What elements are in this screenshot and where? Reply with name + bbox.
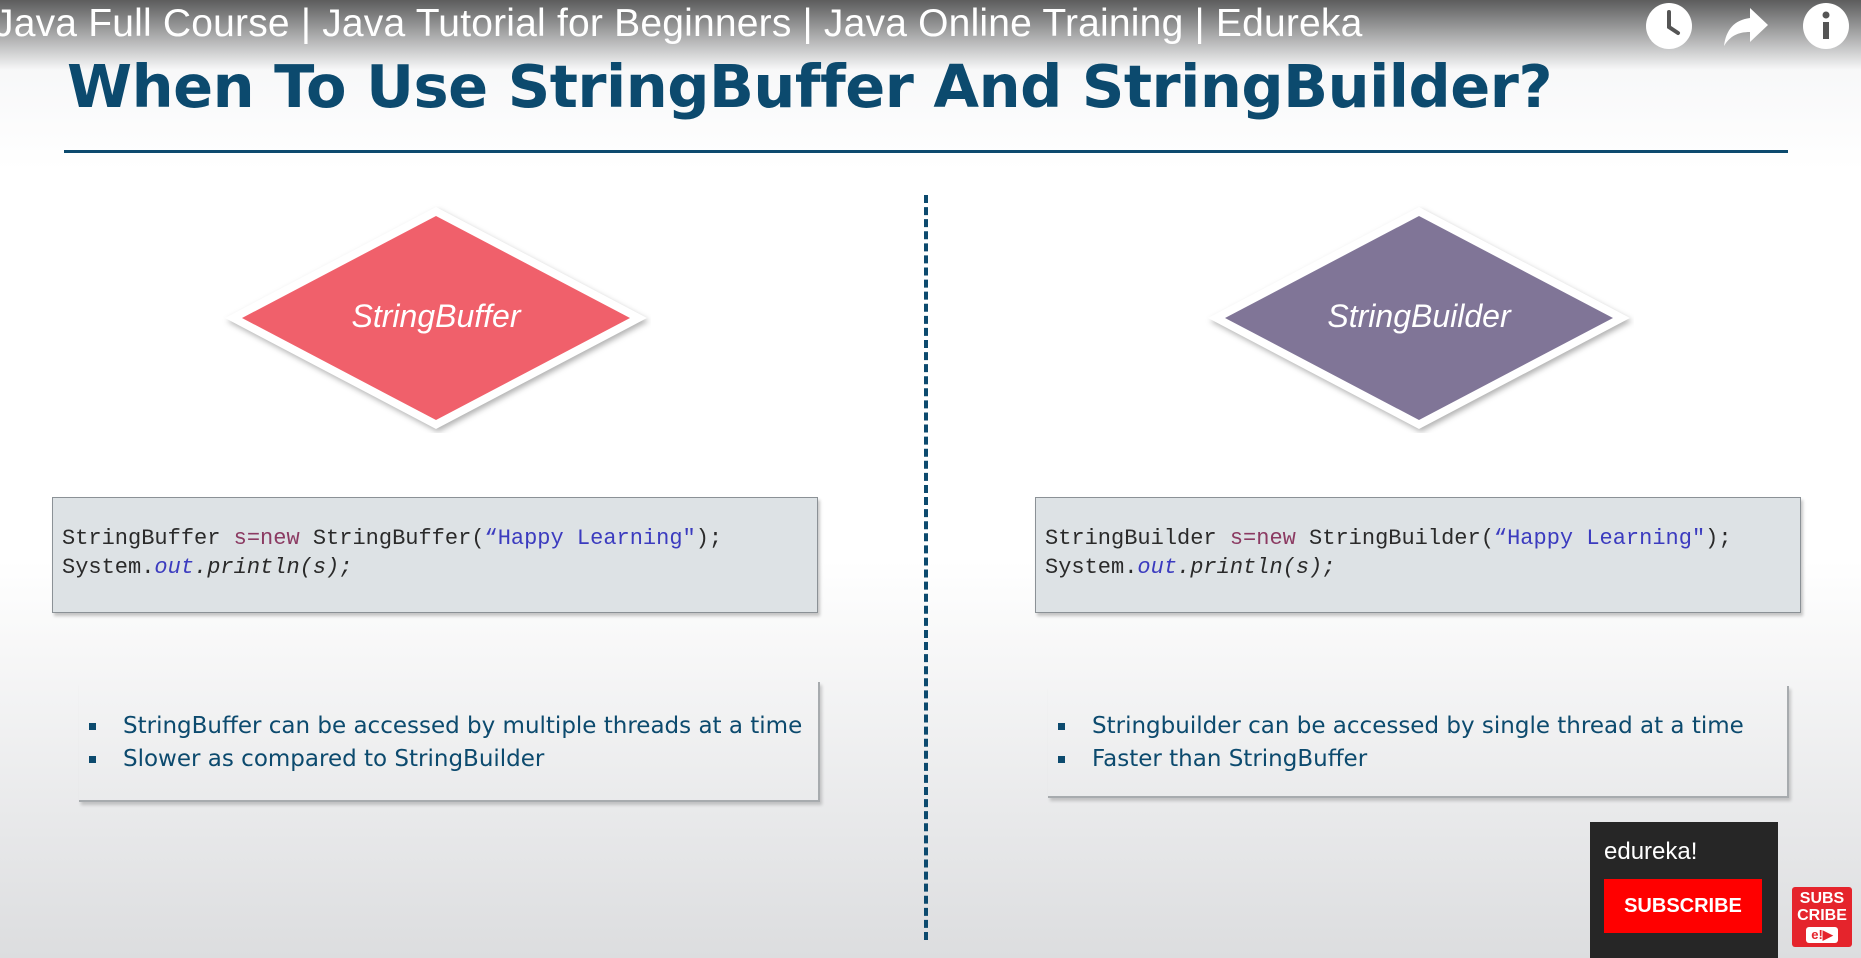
list-item: StringBuffer can be accessed by multiple… (89, 710, 818, 743)
share-icon[interactable] (1720, 0, 1772, 52)
code-token: System. (1045, 555, 1138, 580)
code-token: s= (1229, 526, 1257, 551)
code-string: “Happy Learning" (484, 526, 696, 551)
code-keyword: new (260, 526, 300, 551)
bullet-text: Slower as compared to StringBuilder (123, 746, 545, 772)
video-title[interactable]: Java Full Course | Java Tutorial for Beg… (0, 2, 1363, 46)
bullet-square-icon (89, 756, 96, 763)
stringbuilder-code-box: StringBuilder s=new StringBuilder(“Happy… (1035, 497, 1801, 613)
code-token: StringBuilder (1045, 526, 1230, 551)
code-token: StringBuffer( (299, 526, 485, 551)
bullet-square-icon (89, 723, 96, 730)
channel-name[interactable]: edureka! (1604, 838, 1697, 866)
subscribe-card: edureka! SUBSCRIBE (1590, 822, 1778, 958)
code-string: “Happy Learning" (1493, 526, 1706, 551)
code-keyword: new (1256, 526, 1296, 551)
bullet-square-icon (1058, 756, 1065, 763)
badge-text: CRIBE (1797, 907, 1847, 924)
bullet-square-icon (1058, 723, 1065, 730)
code-token: .println(s); (1177, 555, 1336, 580)
code-token: s= (233, 526, 261, 551)
info-icon[interactable] (1800, 0, 1852, 52)
code-token: ); (1705, 526, 1732, 551)
subscribe-watermark[interactable]: SUBS CRIBE e!▶ (1792, 887, 1852, 947)
bullet-text: Faster than StringBuffer (1092, 746, 1368, 772)
slide-title: When To Use StringBuffer And StringBuild… (67, 52, 1553, 121)
code-token: out (154, 555, 195, 580)
bullet-text: Stringbuilder can be accessed by single … (1092, 713, 1744, 739)
code-token: ); (695, 526, 723, 551)
code-token: System. (62, 555, 155, 580)
stringbuffer-code-box: StringBuffer s=new StringBuffer(“Happy L… (52, 497, 818, 613)
subscribe-button[interactable]: SUBSCRIBE (1604, 879, 1762, 933)
badge-text: SUBS (1799, 890, 1845, 907)
list-item: Slower as compared to StringBuilder (89, 743, 818, 776)
center-divider (924, 195, 928, 940)
code-token: StringBuffer (62, 526, 234, 551)
bullet-text: StringBuffer can be accessed by multiple… (123, 713, 803, 739)
code-token: StringBuilder( (1295, 526, 1494, 551)
stringbuffer-bullets: StringBuffer can be accessed by multiple… (79, 682, 820, 802)
code-token: out (1137, 555, 1178, 580)
watch-later-icon[interactable] (1643, 0, 1695, 52)
list-item: Stringbuilder can be accessed by single … (1058, 710, 1787, 743)
code-token: .println(s); (194, 555, 353, 580)
stringbuffer-label: StringBuffer (351, 298, 521, 334)
title-underline (64, 150, 1788, 153)
stringbuilder-bullets: Stringbuilder can be accessed by single … (1048, 686, 1789, 798)
edureka-logo-icon: e!▶ (1806, 927, 1838, 943)
list-item: Faster than StringBuffer (1058, 743, 1787, 776)
stringbuilder-label: StringBuilder (1327, 298, 1511, 334)
